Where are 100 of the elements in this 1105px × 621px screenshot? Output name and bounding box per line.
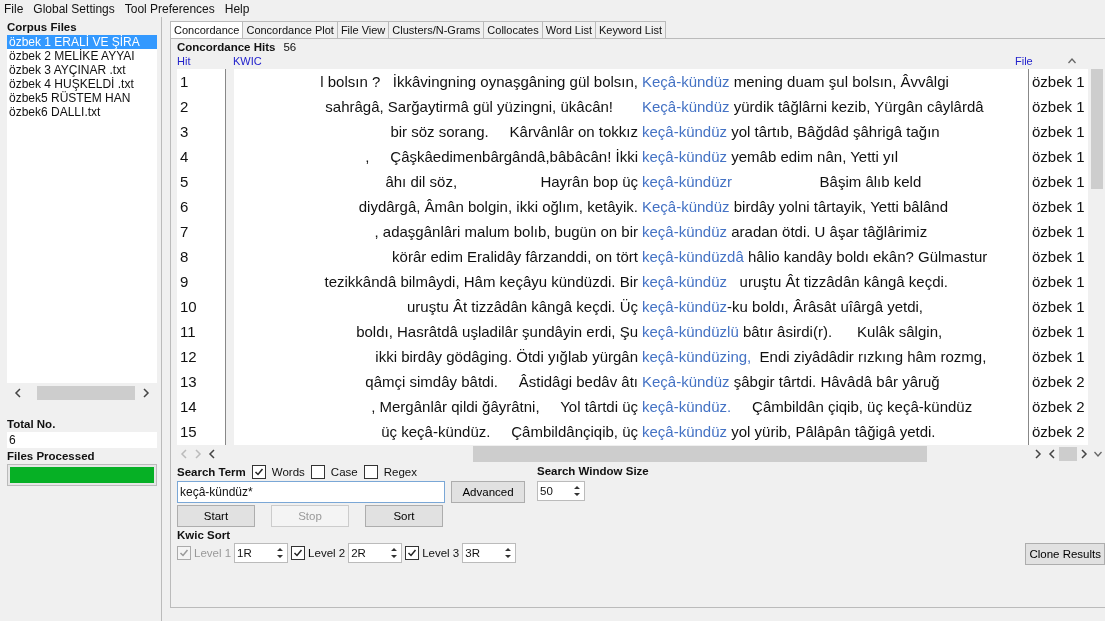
spinner-arrows-icon[interactable] <box>503 546 514 560</box>
level-spinbox[interactable]: 3R <box>462 543 517 563</box>
hits-label: Concordance Hits <box>177 41 276 53</box>
file-cell-text: özbek 1 <box>1032 222 1086 242</box>
option-label: Words <box>271 466 305 478</box>
file-cell-text: özbek 1 <box>1032 272 1086 292</box>
level-spinbox[interactable]: 2R <box>348 543 403 563</box>
right-context: uruştu Ât tizzâdân kângâ keçdi. <box>738 272 949 292</box>
chevron-left-icon[interactable] <box>14 388 22 398</box>
hit-number: 10 <box>180 297 198 317</box>
hit-number: 4 <box>180 147 190 167</box>
right-context: mening duam şul bolsın, Âvvâlgi <box>732 72 949 92</box>
file-cell-text: özbek 1 <box>1032 147 1086 167</box>
right-context: yemâb edim nân, Yetti yıl <box>730 147 898 167</box>
file-cell-text: özbek 1 <box>1032 347 1086 367</box>
right-context: Bâşim âlıb keld <box>818 172 922 192</box>
file-item[interactable]: özbek5 RÜSTEM HAN <box>7 91 157 105</box>
chevron-left-icon[interactable] <box>1048 449 1056 459</box>
right-context: yürdik tâğlârni kezib, Yürgân câylârdâ <box>732 97 984 117</box>
left-context: körâr edim Eralidây fârzanddi, on tört <box>391 247 638 267</box>
right-context: Endi ziyâdâdir rızkıng hâm rozmg, <box>758 347 987 367</box>
keyword: keçâ-kündüz. <box>642 397 732 417</box>
checkbox[interactable] <box>363 465 378 479</box>
hit-number: 12 <box>180 347 198 367</box>
chevron-right-icon[interactable] <box>1080 449 1088 459</box>
menu-item[interactable]: Global Settings <box>33 1 115 16</box>
right-context: -ku boldı, Ârâsât uîârgâ yetdi, <box>727 297 923 317</box>
keyword: Keçâ-kündüz <box>642 72 730 92</box>
menu-item[interactable]: Tool Preferences <box>124 1 215 16</box>
file-cell-text: özbek 1 <box>1032 297 1086 317</box>
total-label: Total No. <box>7 418 57 430</box>
right-context: Çâmbildân çiqib, üç keçâ-kündüz <box>751 397 973 417</box>
checkbox[interactable] <box>405 546 420 560</box>
chevron-left-icon[interactable] <box>208 449 216 459</box>
right-context: bâtır âsirdi(r). Kulâk sâlgin, <box>741 322 943 342</box>
left-context: sahrâgâ, Sarğaytirmâ gül yüzingni, ükâcân! <box>324 97 614 117</box>
action-button[interactable]: Sort <box>365 505 443 527</box>
processed-label: Files Processed <box>7 450 96 462</box>
column-header[interactable]: KWIC <box>233 55 1015 67</box>
total-field: 6 <box>7 432 157 448</box>
hit-number: 11 <box>180 322 197 342</box>
chevron-right-icon[interactable] <box>1034 449 1042 459</box>
left-context: l bolsın ? İkkâvingning oynaşgâning gül bolsın, <box>319 72 638 92</box>
file-cell-text: özbek 1 <box>1032 172 1086 192</box>
right-context: hâlio kandây boldı ekân? Gülmastur <box>746 247 988 267</box>
right-context: aradan ötdi. U âşar tâğlârimiz <box>730 222 928 242</box>
scrollbar-thumb[interactable] <box>1059 447 1077 461</box>
keyword: keçâ-kündüzr <box>642 172 733 192</box>
kwic-sort-label: Kwic Sort <box>177 529 232 541</box>
file-item[interactable]: özbek 3 AYÇINAR .txt <box>7 63 157 77</box>
right-context: yol yürib, Pâlâpân tâğigâ yetdi. <box>730 422 936 442</box>
left-context: , adaşgânlâri malum bolıb, bugün on bir <box>373 222 638 242</box>
hit-number: 6 <box>180 197 190 217</box>
file-cell-text: özbek 1 <box>1032 72 1086 92</box>
hit-number: 5 <box>180 172 190 192</box>
chevron-down-icon[interactable] <box>1094 449 1102 459</box>
hit-number: 2 <box>180 97 190 117</box>
hit-number: 9 <box>180 272 190 292</box>
tab[interactable]: Concordance <box>170 21 244 38</box>
left-context: tezikkândâ bilmâydi, Hâm keçâyu kündüzdi. Bir <box>323 272 638 292</box>
advanced-button[interactable]: Advanced <box>451 481 525 503</box>
keyword: keçâ-kündüzlü <box>642 322 739 342</box>
option-label: Case <box>330 466 358 478</box>
right-context: birdây yolni târtayik, Yetti bâlând <box>732 197 949 217</box>
panel-title: Corpus Files <box>7 21 78 33</box>
checkbox[interactable] <box>310 465 325 479</box>
spinner-arrows-icon[interactable] <box>572 484 582 498</box>
action-button[interactable]: Start <box>177 505 255 527</box>
clone-results-button[interactable]: Clone Results <box>1025 543 1105 565</box>
hit-number: 7 <box>180 222 190 242</box>
file-cell-text: özbek 2 <box>1032 422 1086 442</box>
menu-item[interactable]: Help <box>224 1 250 16</box>
left-context: bir söz sorang. Kârvânlâr on tokkız <box>389 122 638 142</box>
tab[interactable]: Keyword List <box>594 21 666 38</box>
file-item[interactable]: özbek 2 MELİKE AYYAI <box>7 49 157 63</box>
file-item[interactable]: özbek 4 HUŞKELDİ .txt <box>7 77 157 91</box>
file-cell-text: özbek 1 <box>1032 197 1086 217</box>
chevron-up-icon[interactable] <box>1068 56 1076 66</box>
keyword: keçâ-kündüzdâ <box>642 247 744 267</box>
checkbox[interactable] <box>291 546 306 560</box>
search-term-label: Search Term <box>177 466 246 478</box>
right-context: yol târtıb, Bâğdâd şâhrigâ tağın <box>730 122 940 142</box>
spinner-arrows-icon[interactable] <box>275 546 286 560</box>
keyword: keçâ-kündüzing, <box>642 347 752 367</box>
file-item[interactable]: özbek6 DALLI.txt <box>7 105 157 119</box>
spinner-arrows-icon[interactable] <box>389 546 400 560</box>
left-context: boldı, Hasrâtdâ uşladilâr şundâyin erdi, Şu <box>355 322 638 342</box>
left-context: , Mergânlâr qildi ğâyrâtni, Yol târtdi üç <box>370 397 638 417</box>
menu-item[interactable]: File <box>4 1 24 16</box>
search-field[interactable]: keçâ-kündüz* <box>177 481 445 503</box>
column-header[interactable]: File <box>1015 55 1065 67</box>
keyword: keçâ-kündüz <box>642 147 728 167</box>
column-header[interactable]: Hit <box>177 55 233 67</box>
chevron-right-icon[interactable] <box>142 388 150 398</box>
file-cell-text: özbek 1 <box>1032 322 1086 342</box>
option-label: Regex <box>383 466 417 478</box>
level-label: Level 1 <box>194 547 232 559</box>
checkbox[interactable] <box>251 465 266 479</box>
window-size-spinbox[interactable]: 50 <box>537 481 585 501</box>
keyword: keçâ-kündüz <box>642 272 728 292</box>
